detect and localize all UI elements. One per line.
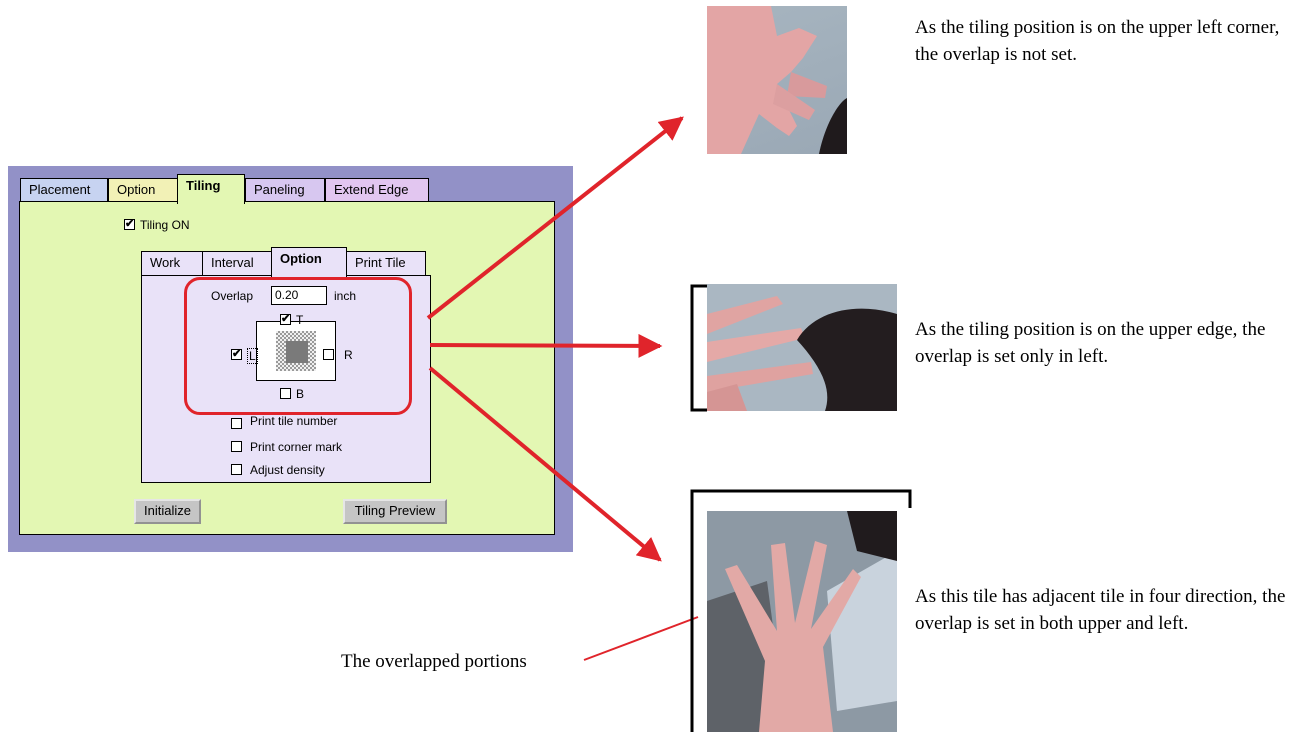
subtab-print-tile[interactable]: Print Tile <box>346 251 426 275</box>
initialize-button[interactable]: Initialize <box>134 499 201 524</box>
annotation-upper-edge: As the tiling position is on the upper e… <box>915 319 1266 367</box>
overlap-bracket-middle <box>690 284 707 412</box>
adjust-density-checkbox[interactable] <box>231 464 242 475</box>
adjust-density-label: Adjust density <box>250 463 325 477</box>
tile-photo-upper-edge <box>707 284 897 411</box>
print-tile-number-label: Print tile number <box>250 414 338 428</box>
print-corner-mark-label: Print corner mark <box>250 440 343 454</box>
highlight-frame <box>184 277 412 415</box>
subtab-work[interactable]: Work <box>141 251 203 275</box>
tab-tiling[interactable]: Tiling <box>177 174 245 204</box>
print-tile-number-checkbox[interactable] <box>231 418 242 429</box>
tab-paneling[interactable]: Paneling <box>245 178 325 202</box>
overlap-bracket-bottom <box>690 489 912 732</box>
tiling-preview-button[interactable]: Tiling Preview <box>343 499 447 524</box>
tab-placement[interactable]: Placement <box>20 178 108 202</box>
subtab-interval[interactable]: Interval <box>202 251 272 275</box>
tiling-on-label: Tiling ON <box>140 218 190 232</box>
tiling-on-checkbox[interactable]: ✔ <box>124 219 135 230</box>
tab-option[interactable]: Option <box>108 178 178 202</box>
annotation-interior: As this tile has adjacent tile in four d… <box>915 586 1286 634</box>
print-corner-mark-checkbox[interactable] <box>231 441 242 452</box>
annotation-upper-left: As the tiling position is on the upper l… <box>915 17 1280 65</box>
tile-photo-upper-left <box>707 6 847 154</box>
overlapped-portions-label: The overlapped portions <box>341 651 527 672</box>
tab-extend-edge[interactable]: Extend Edge <box>325 178 429 202</box>
subtab-option[interactable]: Option <box>271 247 347 277</box>
